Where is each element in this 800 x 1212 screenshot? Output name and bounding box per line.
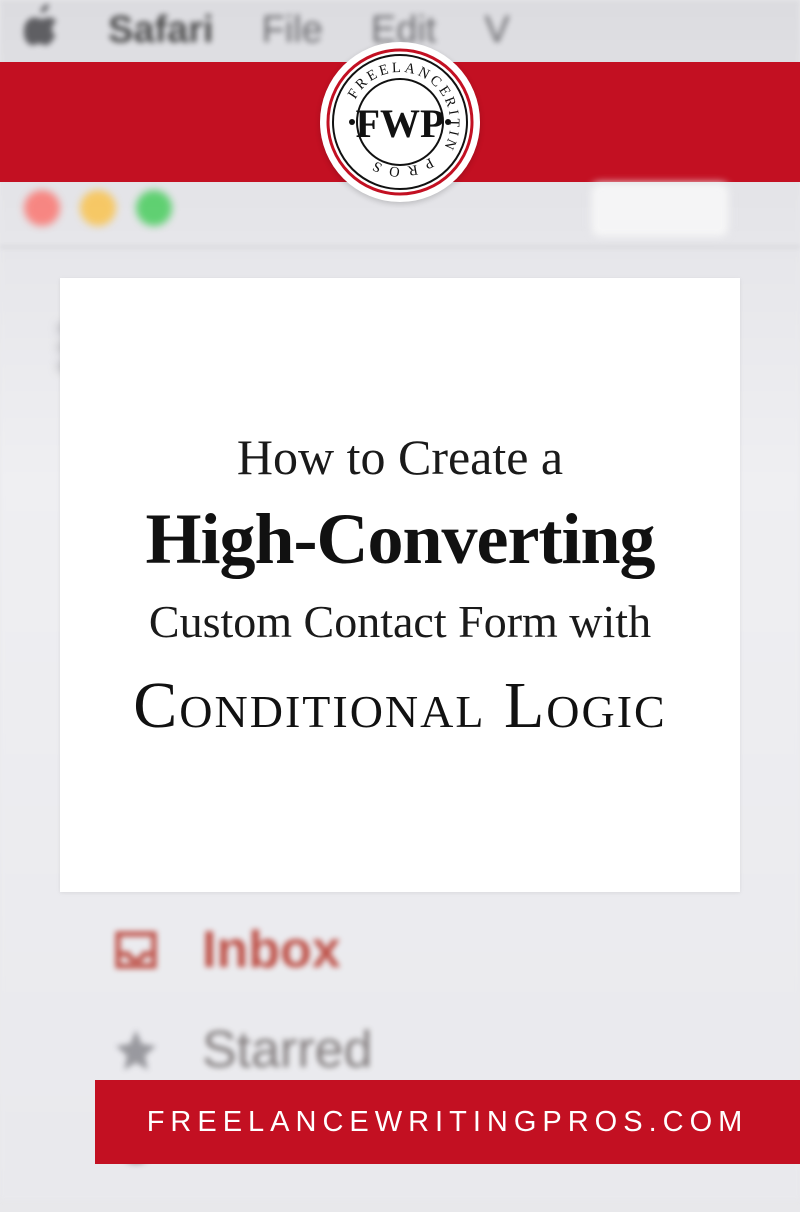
apple-logo-icon	[24, 4, 60, 56]
fullscreen-icon	[136, 190, 172, 226]
footer-url-text: FREELANCEWRITINGPROS.COM	[147, 1106, 749, 1139]
sidebar-item-starred: Starred	[110, 1020, 760, 1080]
menu-app-name: Safari	[108, 9, 214, 52]
minimize-icon	[80, 190, 116, 226]
title-line-2: High-Converting	[145, 498, 654, 581]
menu-item-file: File	[262, 9, 323, 52]
title-line-1: How to Create a	[237, 428, 563, 486]
close-icon	[24, 190, 60, 226]
inbox-icon	[110, 924, 162, 976]
gmail-sidebar: Inbox Starred	[110, 920, 760, 1212]
sidebar-label-inbox: Inbox	[202, 920, 341, 980]
window-traffic-lights	[24, 190, 172, 226]
fwp-badge: FREELANCE WRITING PROS FWP	[320, 42, 480, 202]
footer-url-bar: FREELANCEWRITINGPROS.COM	[95, 1080, 800, 1164]
title-line-3: Custom Contact Form with	[149, 595, 651, 648]
title-line-4: Conditional Logic	[133, 670, 666, 741]
fwp-badge-svg: FREELANCE WRITING PROS FWP	[325, 47, 475, 197]
badge-initials: FWP	[356, 101, 445, 146]
toolbar-button	[590, 182, 730, 238]
star-icon	[110, 1024, 162, 1076]
sidebar-item-inbox: Inbox	[110, 920, 760, 980]
title-card: How to Create a High-Converting Custom C…	[60, 278, 740, 892]
menu-item-v: V	[484, 9, 509, 52]
sidebar-label-starred: Starred	[202, 1020, 373, 1080]
toolbar-divider	[0, 246, 800, 248]
